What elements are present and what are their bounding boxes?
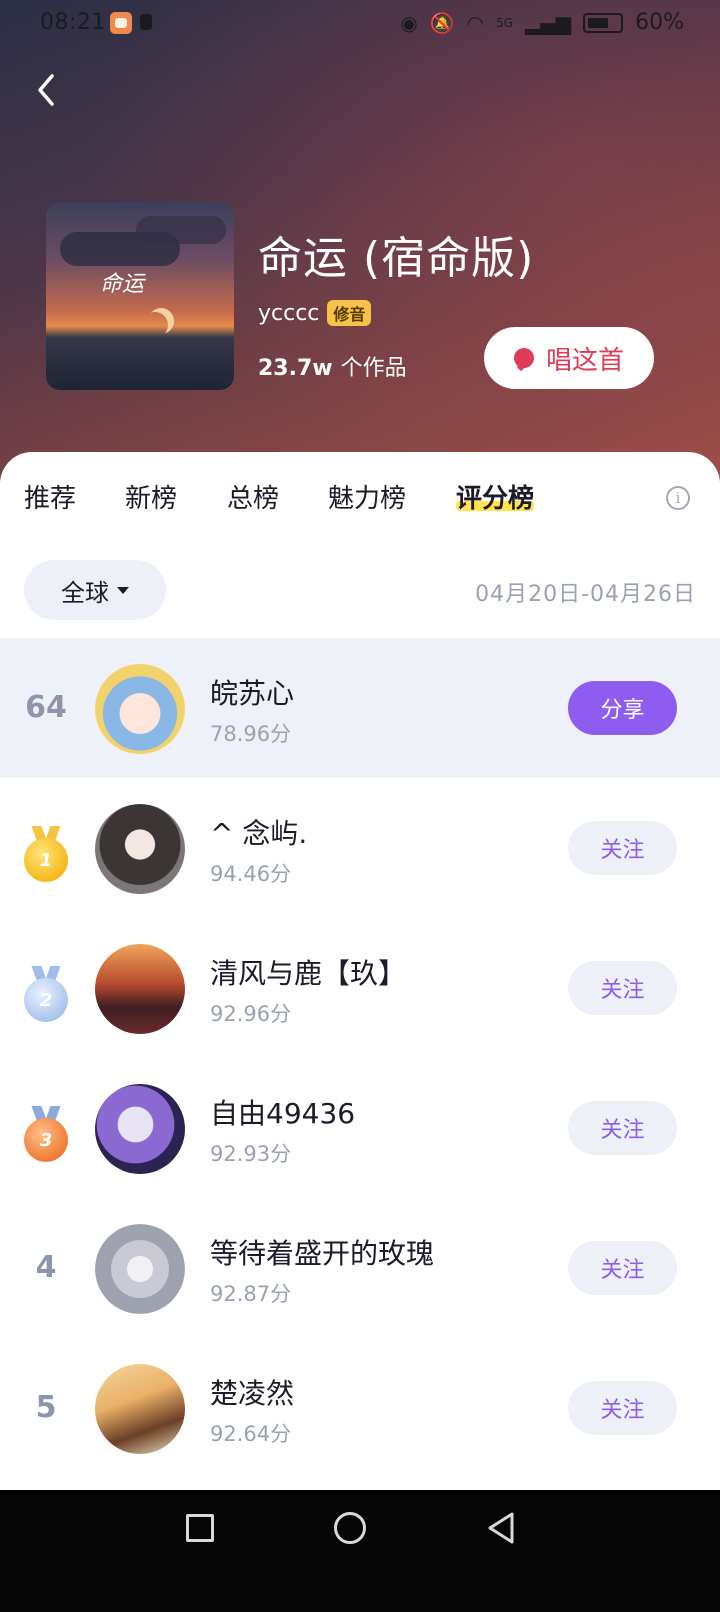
album-cover[interactable]: 命运 [46, 202, 234, 390]
status-time: 08:21 [40, 10, 106, 35]
nav-back-button[interactable] [484, 1510, 518, 1546]
info-icon[interactable]: i [666, 486, 690, 510]
artist-row[interactable]: ycccc 修音 [258, 300, 372, 326]
tab-total[interactable]: 总榜 [227, 478, 279, 515]
status-indicators: ◉ 🔕 ◠ 5G ▂▄▆ 60% [400, 10, 684, 35]
battery-percent: 60% [635, 10, 684, 35]
rank-number: 64 [25, 690, 67, 725]
rank-number: 4 [35, 1250, 57, 1285]
user-score: 92.93分 [210, 1142, 292, 1166]
recent-apps-button[interactable] [186, 1514, 214, 1542]
bell-muted-icon: 🔕 [429, 10, 455, 35]
user-name: 等待着盛开的玫瑰 [210, 1237, 435, 1270]
eye-icon: ◉ [400, 10, 418, 35]
avatar[interactable] [95, 664, 185, 754]
microphone-icon [513, 348, 534, 368]
leaderboard-row[interactable]: 4 等待着盛开的玫瑰 92.87分 关注 [0, 1198, 720, 1338]
leaderboard-row[interactable]: 3 自由49436 92.93分 关注 [0, 1058, 720, 1198]
gold-medal-icon: 1 [22, 826, 70, 886]
date-range: 04月20日-04月26日 [475, 582, 696, 607]
battery-icon [583, 12, 624, 33]
signal-icon: ▂▄▆ [524, 10, 572, 35]
follow-button[interactable]: 关注 [568, 1381, 677, 1435]
tab-new[interactable]: 新榜 [125, 478, 177, 515]
region-label: 全球 [61, 578, 109, 607]
avatar[interactable] [95, 1084, 185, 1174]
status-bar: 08:21 ◉ 🔕 ◠ 5G ▂▄▆ 60% [0, 0, 720, 48]
user-name: 皖苏心 [210, 677, 295, 710]
user-name: 清风与鹿【玖】 [210, 957, 407, 990]
works-count: 23.7w [258, 356, 333, 381]
chevron-left-icon [38, 74, 54, 106]
tab-charm[interactable]: 魅力榜 [328, 478, 406, 515]
user-name: 楚凌然 [210, 1377, 295, 1410]
avatar[interactable] [95, 1364, 185, 1454]
user-name: 自由49436 [210, 1097, 356, 1130]
leaderboard-tabs: 推荐 新榜 总榜 魅力榜 评分榜 i [0, 478, 720, 528]
follow-button[interactable]: 关注 [568, 1241, 677, 1295]
bronze-medal-icon: 3 [22, 1106, 70, 1166]
tab-score[interactable]: 评分榜 [456, 478, 535, 515]
moon-icon [142, 312, 168, 338]
user-name: ^ 念屿. [210, 817, 308, 850]
lock-icon [140, 14, 152, 30]
artist-tag-badge: 修音 [327, 300, 372, 326]
sing-this-label: 唱这首 [545, 345, 624, 376]
avatar[interactable] [95, 804, 185, 894]
app-notification-icon [110, 12, 132, 34]
avatar[interactable] [95, 1224, 185, 1314]
network-type: 5G [496, 15, 513, 30]
leaderboard-row[interactable]: 5 楚凌然 92.64分 关注 [0, 1338, 720, 1478]
caret-down-icon [117, 586, 129, 594]
rank-number: 5 [35, 1390, 57, 1425]
avatar[interactable] [95, 944, 185, 1034]
leaderboard-row[interactable]: 1 ^ 念屿. 94.46分 关注 [0, 778, 720, 918]
user-score: 94.46分 [210, 862, 292, 886]
works-label: 个作品 [340, 356, 407, 381]
user-score: 92.96分 [210, 1002, 292, 1026]
home-button[interactable] [334, 1512, 366, 1544]
region-filter-button[interactable]: 全球 [24, 560, 166, 620]
my-rank-row[interactable]: 64 皖苏心 78.96分 分享 [0, 638, 720, 778]
user-score: 78.96分 [210, 722, 292, 746]
cover-title: 命运 [100, 272, 145, 297]
works-count-row: 23.7w 个作品 [258, 350, 407, 382]
user-score: 92.87分 [210, 1282, 292, 1306]
back-button[interactable] [28, 66, 68, 114]
wifi-icon: ◠ [466, 10, 484, 35]
follow-button[interactable]: 关注 [568, 1101, 677, 1155]
song-title: 命运 (宿命版) [258, 233, 535, 284]
sing-this-button[interactable]: 唱这首 [484, 327, 654, 389]
follow-button[interactable]: 关注 [568, 821, 677, 875]
leaderboard-row[interactable]: 2 清风与鹿【玖】 92.96分 关注 [0, 918, 720, 1058]
artist-name[interactable]: ycccc [258, 301, 319, 326]
silver-medal-icon: 2 [22, 966, 70, 1026]
user-score: 92.64分 [210, 1422, 292, 1446]
follow-button[interactable]: 关注 [568, 961, 677, 1015]
share-button[interactable]: 分享 [568, 681, 677, 735]
cover-cloud [136, 216, 226, 244]
tab-recommend[interactable]: 推荐 [24, 478, 76, 515]
system-nav-bar [0, 1490, 720, 1612]
